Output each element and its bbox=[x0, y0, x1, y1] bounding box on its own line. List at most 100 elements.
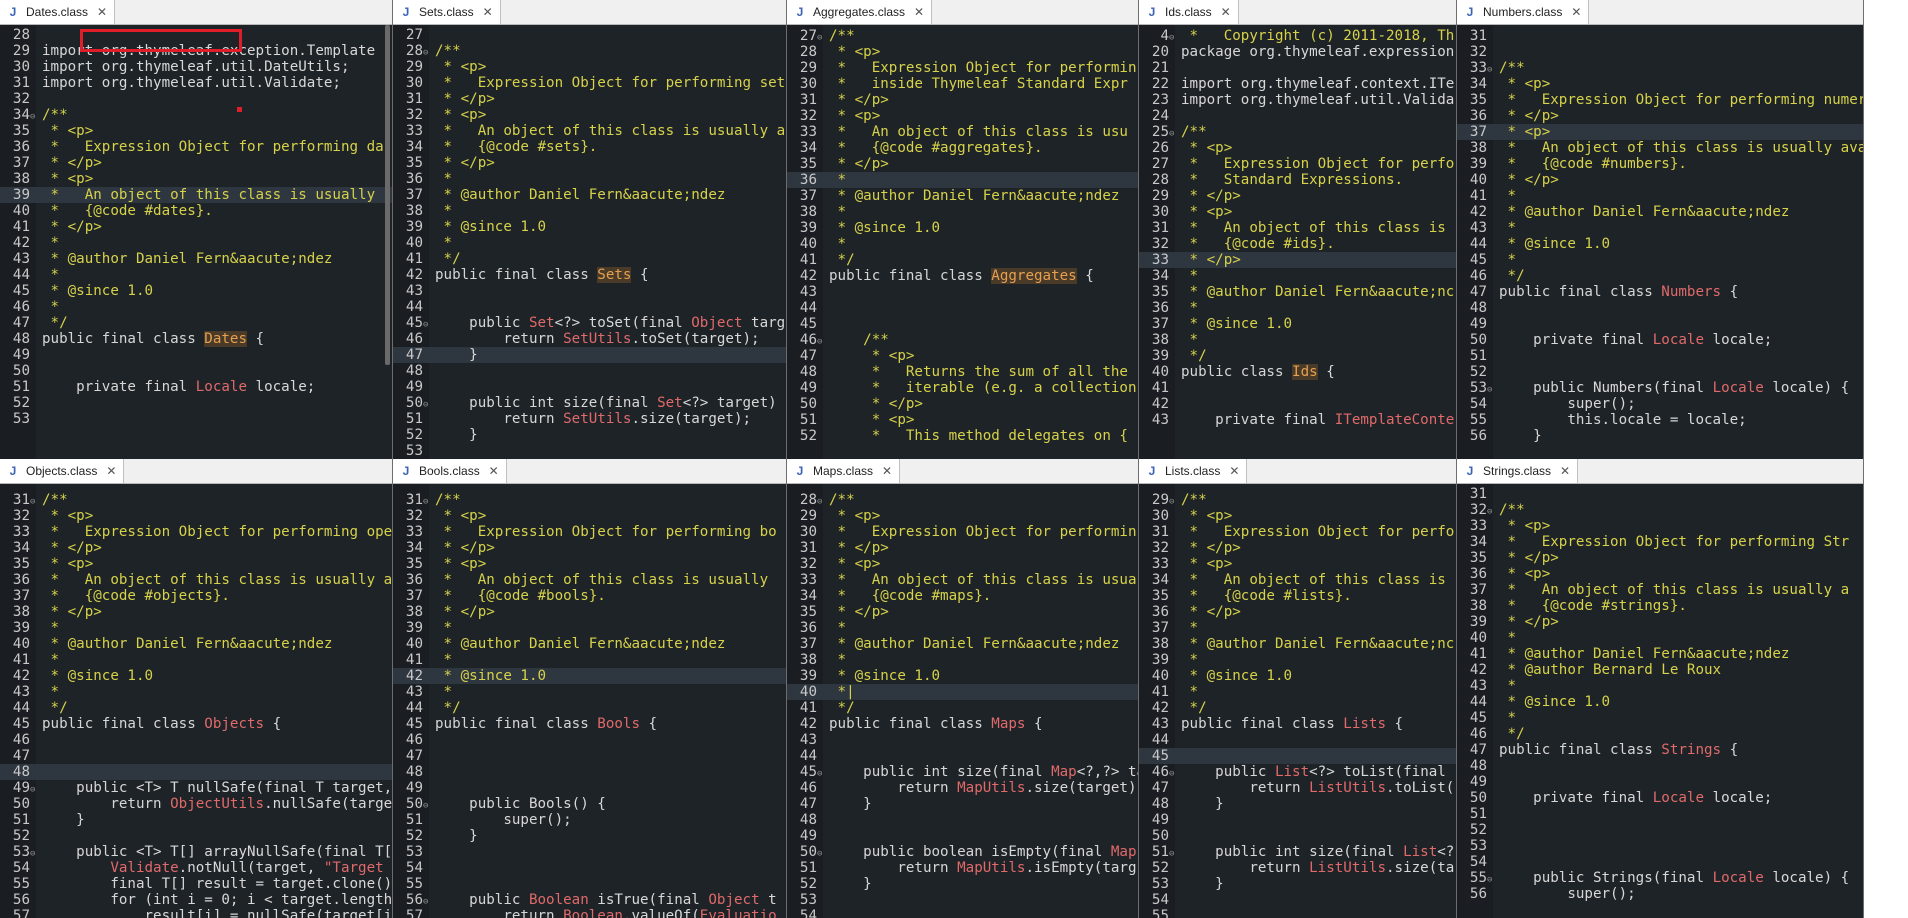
close-icon[interactable]: ✕ bbox=[1220, 5, 1232, 19]
close-icon[interactable]: ✕ bbox=[482, 5, 494, 19]
close-icon[interactable]: ✕ bbox=[1570, 5, 1582, 19]
code-token: * Expression Object for performing Str bbox=[1499, 534, 1850, 550]
tab-objects[interactable]: J Objects.class ✕ bbox=[0, 459, 125, 483]
line-number: 36 bbox=[1469, 566, 1487, 582]
code-editor[interactable]: 4⊖ * Copyright (c) 2011-2018, Th 20 packag… bbox=[1139, 25, 1456, 459]
code-token: * <p> bbox=[1181, 140, 1233, 156]
code-line: 47 } bbox=[393, 347, 786, 363]
code-line: 40 * @since 1.0 bbox=[1139, 668, 1456, 684]
code-line: 32 * <p> bbox=[787, 108, 1138, 124]
code-editor[interactable]: 29⊖/** 30 * <p> 31 * Expression Object for… bbox=[1139, 484, 1456, 918]
tab-sets[interactable]: J Sets.class ✕ bbox=[393, 0, 501, 24]
tab-strings[interactable]: J Strings.class ✕ bbox=[1457, 459, 1579, 483]
line-number: 31 bbox=[405, 492, 423, 508]
code-line: 43 * bbox=[1457, 220, 1863, 236]
code-line: 30 * Expression Object for performing se… bbox=[393, 75, 786, 91]
code-token: public final class bbox=[435, 716, 598, 732]
code-editor[interactable]: 27 28⊖/** 29 * <p> 30 * Expression Object f… bbox=[393, 25, 786, 459]
close-icon[interactable]: ✕ bbox=[105, 464, 117, 478]
code-line: 40 * bbox=[1457, 630, 1863, 646]
code-token: * bbox=[1499, 220, 1517, 236]
tab-aggregates[interactable]: J Aggregates.class ✕ bbox=[787, 0, 933, 24]
code-area: 31⊖/** 32 * <p> 33 * Expression Object for… bbox=[393, 484, 786, 918]
code-token: locale) { bbox=[1763, 870, 1850, 886]
code-token: * bbox=[435, 684, 453, 700]
line-number: 50 bbox=[1469, 790, 1487, 806]
code-editor[interactable]: 31⊖/** 32 * <p> 33 * Expression Object for… bbox=[393, 484, 786, 918]
code-token: * {@code #objects}. bbox=[42, 588, 230, 604]
code-token: * <p> bbox=[435, 508, 487, 524]
line-number: 31 bbox=[1151, 220, 1169, 236]
close-icon[interactable]: ✕ bbox=[1228, 464, 1240, 478]
close-icon[interactable]: ✕ bbox=[1559, 464, 1571, 478]
line-number: 43 bbox=[405, 283, 423, 299]
code-line: 44 bbox=[787, 300, 1138, 316]
code-token: SetUtils bbox=[563, 411, 632, 427]
code-token: } bbox=[42, 812, 85, 828]
code-token: * @author Daniel Fern&aacute;ndez bbox=[829, 188, 1120, 204]
line-number: 36 bbox=[1469, 108, 1487, 124]
line-number: 43 bbox=[12, 251, 30, 267]
code-editor[interactable]: 27⊖/** 28 * <p> 29 * Expression Object for… bbox=[787, 25, 1138, 459]
tab-maps[interactable]: J Maps.class ✕ bbox=[787, 459, 901, 483]
code-token: * Expression Object for performing ope bbox=[42, 524, 392, 540]
line-number: 29 bbox=[799, 60, 817, 76]
tab-numbers[interactable]: J Numbers.class ✕ bbox=[1457, 0, 1590, 24]
code-editor[interactable]: 28 29 import org.thymeleaf.exception.Templ… bbox=[0, 25, 392, 459]
code-token: return bbox=[1181, 780, 1310, 796]
line-number: 35 bbox=[405, 155, 423, 171]
line-number: 55 bbox=[12, 876, 30, 892]
vertical-scrollbar[interactable] bbox=[385, 25, 390, 365]
code-line: 46⊖ public List<?> toList(final bbox=[1139, 764, 1456, 780]
tab-ids[interactable]: J Ids.class ✕ bbox=[1139, 0, 1239, 24]
code-token: */ bbox=[1499, 268, 1525, 284]
line-number: 49 bbox=[1469, 774, 1487, 790]
code-token: .size(ta bbox=[1386, 860, 1455, 876]
code-token: final bbox=[1059, 844, 1111, 860]
code-line: 53 bbox=[1457, 838, 1863, 854]
line-number: 41 bbox=[799, 700, 817, 716]
line-number: 36 bbox=[1151, 604, 1169, 620]
code-token: .notNull(target, bbox=[178, 860, 324, 876]
code-line: 50 private final Locale locale; bbox=[1457, 332, 1863, 348]
code-editor[interactable]: 31 32⊖/** 33 * <p> 34 * Expression Object f… bbox=[1457, 484, 1863, 918]
close-icon[interactable]: ✕ bbox=[881, 464, 893, 478]
close-icon[interactable]: ✕ bbox=[913, 5, 925, 19]
code-token: public bbox=[42, 780, 136, 796]
code-token: final bbox=[264, 780, 316, 796]
close-icon[interactable]: ✕ bbox=[488, 464, 500, 478]
code-line: 36 * Expression Object for performing da bbox=[0, 139, 392, 155]
tab-label: Sets.class bbox=[419, 5, 474, 19]
code-editor[interactable]: 31 32 33⊖/** 34 * <p> 35 * Expression Object… bbox=[1457, 25, 1863, 459]
code-token: */ bbox=[42, 700, 68, 716]
code-line: 41 */ bbox=[787, 252, 1138, 268]
line-number: 29 bbox=[1151, 188, 1169, 204]
code-editor[interactable]: 28⊖/** 29 * <p> 30 * Expression Object for… bbox=[787, 484, 1138, 918]
code-token: * Expression Object for performing bo bbox=[435, 524, 777, 540]
code-token: import bbox=[1181, 92, 1241, 108]
line-number: 32 bbox=[799, 556, 817, 572]
code-line: 46 * bbox=[0, 299, 392, 315]
close-icon[interactable]: ✕ bbox=[96, 5, 108, 19]
code-line: 42 * @since 1.0 bbox=[393, 668, 786, 684]
code-editor[interactable]: 31⊖/** 32 * <p> 33 * Expression Object for… bbox=[0, 484, 392, 918]
line-number: 54 bbox=[405, 860, 423, 876]
line-number: 51 bbox=[405, 411, 423, 427]
code-line: 41 * bbox=[1457, 188, 1863, 204]
line-number: 41 bbox=[1469, 188, 1487, 204]
tab-bools[interactable]: J Bools.class ✕ bbox=[393, 459, 507, 483]
code-token: * </p> bbox=[435, 91, 495, 107]
line-number: 35 bbox=[799, 604, 817, 620]
line-number: 46 bbox=[405, 331, 423, 347]
code-token: int bbox=[153, 892, 188, 908]
code-line: 50⊖ public int size(final Set<?> target) bbox=[393, 395, 786, 411]
tab-dates[interactable]: J Dates.class ✕ bbox=[0, 0, 116, 24]
code-token: final bbox=[605, 395, 658, 411]
code-line: 31 import org.thymeleaf.util.Validate; bbox=[0, 75, 392, 91]
code-line: 26 * <p> bbox=[1139, 140, 1456, 156]
code-line: 40 * {@code #dates}. bbox=[0, 203, 392, 219]
tab-lists[interactable]: J Lists.class ✕ bbox=[1139, 459, 1248, 483]
line-number: 34 bbox=[799, 588, 817, 604]
line-number: 48 bbox=[1469, 300, 1487, 316]
code-line: 40 * bbox=[393, 235, 786, 251]
